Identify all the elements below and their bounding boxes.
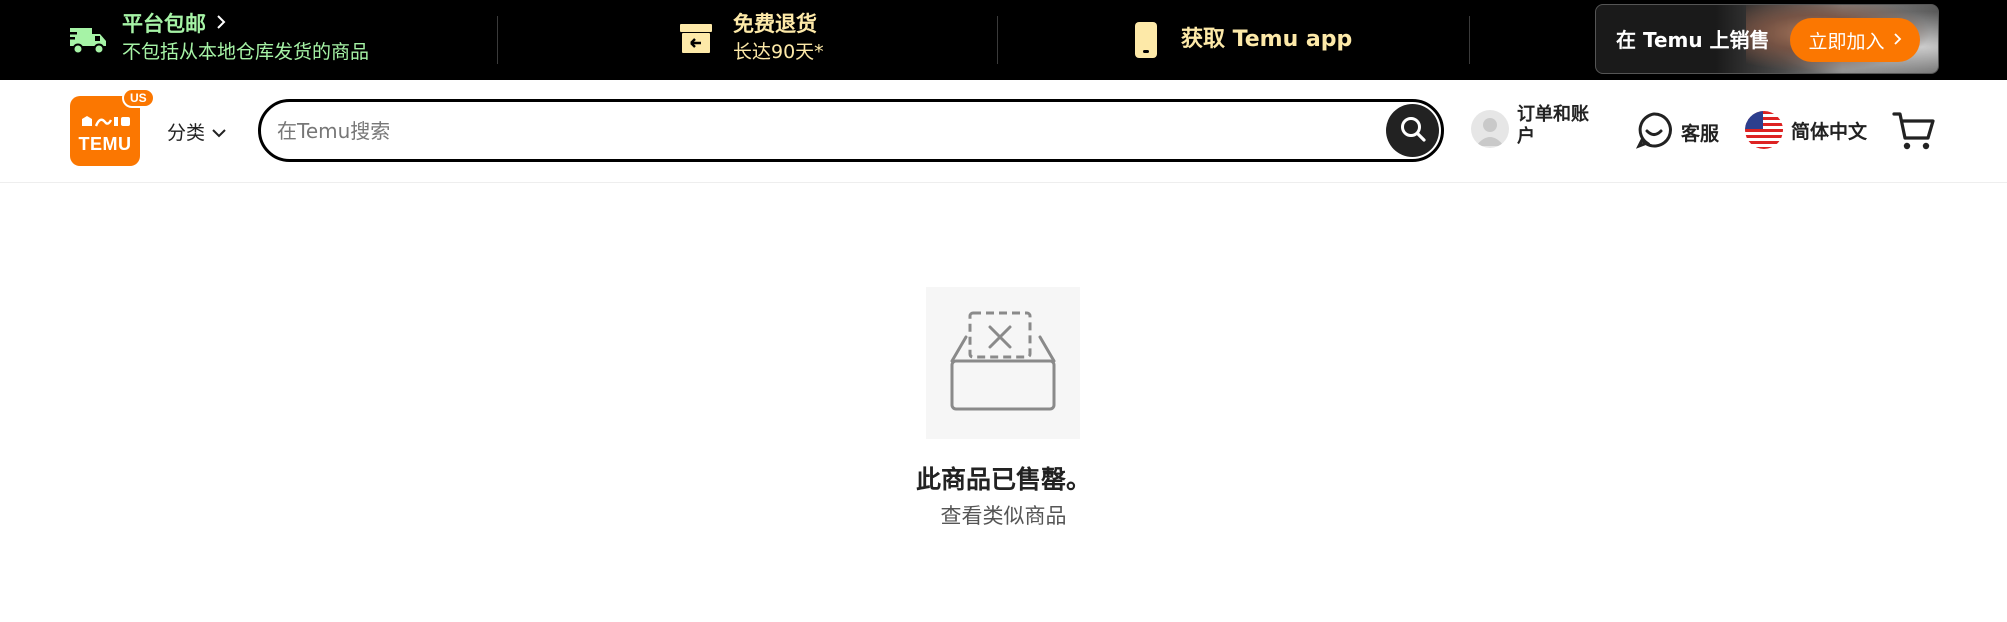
search-bar [258,99,1444,162]
cart-button[interactable] [1892,110,1936,156]
search-input[interactable] [277,102,1337,159]
chevron-down-icon [211,121,227,143]
language-selector[interactable]: 简体中文 [1745,111,1867,149]
join-now-label: 立即加入 [1808,30,1885,53]
search-button[interactable] [1386,104,1439,157]
promo-divider [997,16,998,64]
free-returns-title: 免费退货 [733,12,817,36]
promo-divider [497,16,498,64]
promo-bar: 平台包邮 不包括从本地仓库发货的商品 免费退货 长达90天* 获取 Temu a… [0,0,2007,80]
logo-glyphs-icon [78,114,132,131]
free-shipping-title: 平台包邮 [122,12,206,36]
return-box-icon [679,18,713,58]
region-badge: US [122,88,155,108]
free-shipping-promo[interactable]: 平台包邮 不包括从本地仓库发货的商品 [68,10,369,66]
free-returns-subtitle: 长达90天* [733,41,824,63]
view-similar-link[interactable]: 查看类似商品 [941,504,1067,528]
language-label: 简体中文 [1791,120,1868,143]
customer-service-link[interactable]: 客服 [1635,111,1719,154]
free-returns-promo[interactable]: 免费退货 长达90天* [679,10,824,66]
chevron-right-icon [216,14,226,34]
truck-icon [68,19,108,59]
get-app-promo[interactable]: 获取 Temu app [1133,20,1352,60]
free-shipping-subtitle: 不包括从本地仓库发货的商品 [122,41,370,63]
logo-text: TEMU [78,134,132,154]
us-flag-icon [1745,111,1783,149]
sell-on-temu-label: 在 Temu 上销售 [1616,28,1770,52]
avatar-icon [1471,110,1509,148]
category-label: 分类 [167,122,206,144]
chevron-right-icon [1893,29,1902,51]
chat-bubble-icon [1635,111,1673,154]
promo-divider [1469,16,1470,64]
search-icon [1399,115,1427,147]
sell-on-temu-banner[interactable]: 在 Temu 上销售 立即加入 [1595,4,1939,74]
customer-service-label: 客服 [1681,123,1720,145]
orders-account-label: 订单和账户 [1517,104,1589,147]
phone-icon [1133,20,1159,60]
join-now-button[interactable]: 立即加入 [1790,18,1920,62]
get-app-title: 获取 Temu app [1181,27,1353,52]
sold-out-message: 此商品已售罄。 [915,465,1091,494]
category-menu[interactable]: 分类 [167,118,227,145]
cart-icon [1892,112,1936,156]
sold-out-illustration [926,287,1080,439]
site-header: TEMU US 分类 订单和账户 [0,80,2007,183]
empty-box-icon [946,309,1060,417]
orders-account-menu[interactable]: 订单和账户 [1471,104,1601,148]
